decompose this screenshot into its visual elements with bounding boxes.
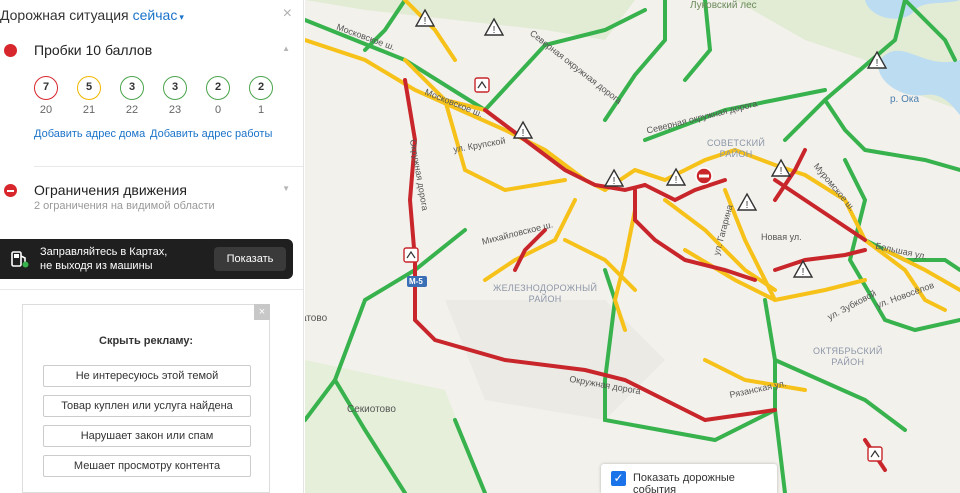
collapse-arrow-icon[interactable]: ▲ xyxy=(282,44,290,53)
ad-option-button[interactable]: Нарушает закон или спам xyxy=(43,425,251,447)
map-label-atovo: атово xyxy=(305,313,328,324)
forecast-score: 2 xyxy=(249,76,273,100)
forecast-hour: 21 xyxy=(82,104,96,116)
expand-arrow-icon[interactable]: ▼ xyxy=(282,184,290,193)
svg-text:!: ! xyxy=(493,25,496,36)
map-label-m5: М-5 xyxy=(409,277,423,286)
restrictions-subtitle: 2 ограничения на видимой области xyxy=(34,200,215,212)
forecast-item[interactable]: 2 1 xyxy=(249,76,273,116)
forecast-item[interactable]: 2 0 xyxy=(206,76,230,116)
urban-area xyxy=(445,300,665,420)
show-promo-button[interactable]: Показать xyxy=(214,247,286,271)
district-oktyabrsky: ОКТЯБРЬСКИЙ РАЙОН xyxy=(813,346,883,368)
svg-text:!: ! xyxy=(746,200,749,211)
district-suffix: РАЙОН xyxy=(528,294,562,304)
refuel-promo-banner: Заправляйтесь в Картах, не выходя из маш… xyxy=(0,239,293,279)
ad-option-button[interactable]: Товар куплен или услуга найдена xyxy=(43,395,251,417)
panel-header: Дорожная ситуация сейчас ▾ × xyxy=(0,0,303,30)
forecast-hour: 1 xyxy=(257,104,265,116)
district-name: СОВЕТСКИЙ xyxy=(707,138,766,148)
promo-text: Заправляйтесь в Картах, не выходя из маш… xyxy=(40,245,167,273)
roadwork-icon[interactable] xyxy=(867,446,883,462)
forecast-hour: 22 xyxy=(125,104,139,116)
add-home-address-link[interactable]: Добавить адрес дома xyxy=(34,128,145,140)
traffic-map[interactable]: ! ! ! ! ! ! ! ! ! Луковский лес Московск… xyxy=(305,0,960,493)
no-entry-icon[interactable] xyxy=(695,167,713,185)
forecast-item[interactable]: 3 22 xyxy=(120,76,144,116)
map-label-novaya: Новая ул. xyxy=(761,232,802,242)
district-name: ЖЕЛЕЗНОДОРОЖНЫЙ xyxy=(493,283,598,293)
refuel-icon xyxy=(11,251,29,268)
traffic-light-icon xyxy=(4,44,17,57)
svg-text:!: ! xyxy=(802,267,805,278)
section-divider xyxy=(34,166,303,167)
warning-icon[interactable]: ! xyxy=(512,120,534,139)
forecast-score: 3 xyxy=(120,76,144,100)
forecast-hour: 20 xyxy=(39,104,53,116)
map-label-lukovsky: Луковский лес xyxy=(690,0,757,11)
svg-text:!: ! xyxy=(780,166,783,177)
map-label-oka: р. Ока xyxy=(890,94,920,105)
svg-text:!: ! xyxy=(613,176,616,187)
forecast-item[interactable]: 3 23 xyxy=(163,76,187,116)
forecast-hour: 0 xyxy=(214,104,222,116)
panel-title-text: Дорожная ситуация xyxy=(0,7,129,23)
close-icon[interactable]: × xyxy=(254,304,270,320)
app-root: Дорожная ситуация сейчас ▾ × Пробки 10 бал… xyxy=(0,0,960,493)
show-road-events-toggle[interactable]: ✓ Показать дорожные события xyxy=(601,464,777,493)
hide-ad-feedback-box: × Скрыть рекламу: Не интересуюсь этой те… xyxy=(22,304,270,493)
promo-line-2: не выходя из машины xyxy=(40,260,153,272)
forecast-item[interactable]: 5 21 xyxy=(77,76,101,116)
roadwork-icon[interactable] xyxy=(403,247,419,263)
close-panel-button[interactable]: × xyxy=(283,5,292,23)
forecast-score: 7 xyxy=(34,76,58,100)
hide-ad-title: Скрыть рекламу: xyxy=(99,335,193,347)
district-zheleznodorozhny: ЖЕЛЕЗНОДОРОЖНЫЙ РАЙОН xyxy=(493,283,597,305)
no-entry-icon xyxy=(4,184,17,197)
svg-text:!: ! xyxy=(424,16,427,27)
forecast-score: 2 xyxy=(206,76,230,100)
ad-option-button[interactable]: Не интересуюсь этой темой xyxy=(43,365,251,387)
time-selector-link[interactable]: сейчас xyxy=(133,7,178,23)
chevron-down-icon[interactable]: ▾ xyxy=(179,12,184,22)
svg-text:!: ! xyxy=(675,175,678,186)
forecast-hour: 23 xyxy=(168,104,182,116)
svg-text:!: ! xyxy=(876,58,879,69)
forecast-score: 5 xyxy=(77,76,101,100)
roadwork-icon[interactable] xyxy=(474,77,490,93)
district-name: ОКТЯБРЬСКИЙ xyxy=(813,346,883,356)
svg-text:!: ! xyxy=(522,128,525,139)
forecast-score: 3 xyxy=(163,76,187,100)
restrictions-title[interactable]: Ограничения движения xyxy=(34,182,187,198)
map-label-sekiotovo: Секиотово xyxy=(347,404,396,415)
ad-option-button[interactable]: Мешает просмотру контента xyxy=(43,455,251,477)
panel-title: Дорожная ситуация сейчас ▾ xyxy=(0,7,184,23)
jams-score-title[interactable]: Пробки 10 баллов xyxy=(34,42,152,58)
traffic-sidebar: Дорожная ситуация сейчас ▾ × Пробки 10 бал… xyxy=(0,0,304,493)
add-work-address-link[interactable]: Добавить адрес работы xyxy=(150,128,272,140)
promo-line-1: Заправляйтесь в Картах, xyxy=(40,246,168,258)
map-canvas[interactable]: ! ! ! ! ! ! ! ! ! xyxy=(305,0,960,493)
forecast-item[interactable]: 7 20 xyxy=(34,76,58,116)
section-divider xyxy=(0,289,303,290)
district-suffix: РАЙОН xyxy=(719,149,753,159)
warning-icon[interactable]: ! xyxy=(736,192,758,211)
district-suffix: РАЙОН xyxy=(831,357,865,367)
show-road-events-label[interactable]: Показать дорожные события xyxy=(633,472,777,493)
district-sovetsky: СОВЕТСКИЙ РАЙОН xyxy=(707,138,765,160)
checkbox-icon[interactable]: ✓ xyxy=(611,471,626,486)
